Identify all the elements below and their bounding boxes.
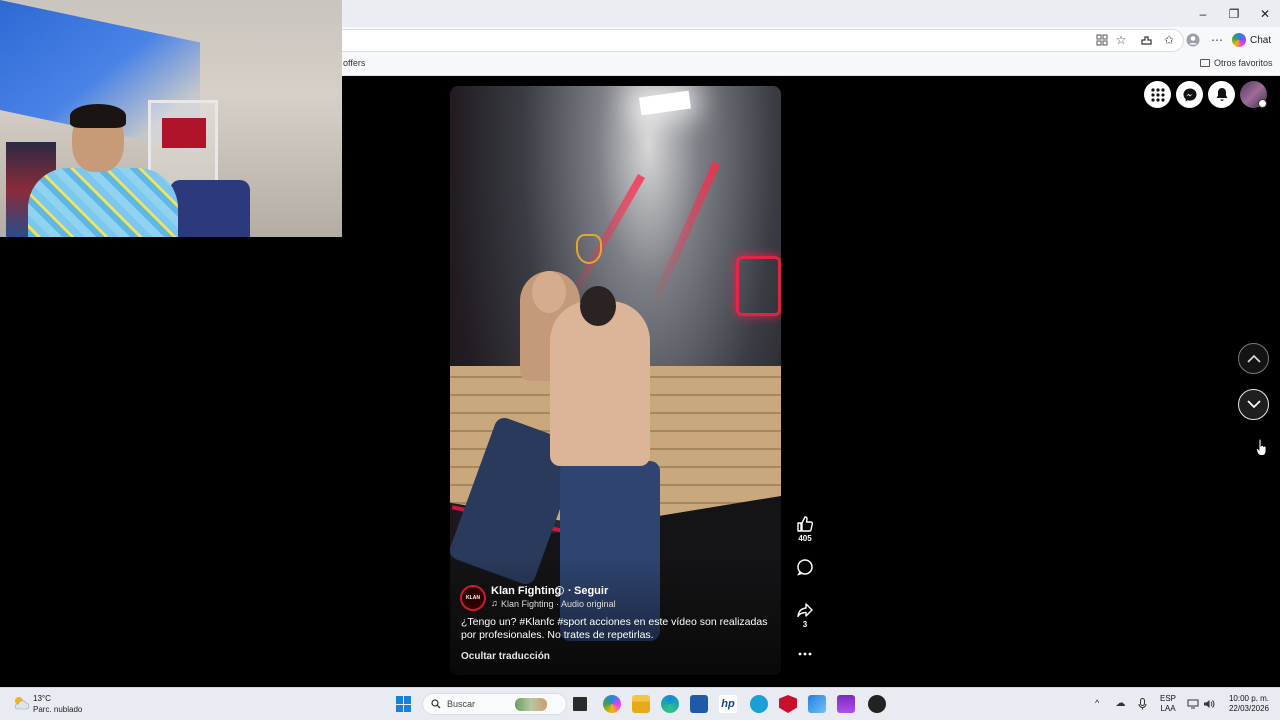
author-avatar[interactable]: KLAN bbox=[460, 585, 486, 611]
share-button[interactable]: 3 bbox=[792, 601, 818, 629]
video-neon-sign bbox=[736, 256, 781, 316]
menu-button[interactable] bbox=[1144, 81, 1171, 108]
onedrive-icon[interactable]: ☁ bbox=[1114, 697, 1127, 710]
hide-translation-button[interactable]: Ocultar traducción bbox=[461, 651, 550, 662]
webcam-chair bbox=[170, 180, 250, 237]
more-options-button[interactable] bbox=[792, 645, 818, 663]
show-hidden-icons-chevron-icon[interactable]: ^ bbox=[1095, 698, 1099, 708]
video-stage-light bbox=[638, 90, 692, 116]
webcam-person-shirt bbox=[28, 168, 178, 237]
follow-separator: · bbox=[568, 585, 572, 597]
grid-menu-icon bbox=[1150, 87, 1165, 102]
hand-cursor-icon bbox=[1256, 438, 1267, 456]
clock-date: 22/03/2026 bbox=[1228, 704, 1269, 713]
like-button[interactable]: 405 bbox=[792, 515, 818, 543]
music-note-icon: ♫ bbox=[491, 598, 498, 608]
webcam-person-hair bbox=[70, 104, 126, 128]
windows-logo-tile bbox=[404, 696, 411, 704]
windows-logo-tile bbox=[396, 704, 403, 712]
input-language-indicator[interactable]: ESP LAA bbox=[1160, 694, 1176, 714]
other-favorites-folder[interactable]: Otros favoritos bbox=[1200, 58, 1273, 68]
chevron-down-icon bbox=[1246, 400, 1261, 409]
messenger-button[interactable] bbox=[1176, 81, 1203, 108]
taskbar-search-box[interactable]: Buscar bbox=[422, 693, 567, 715]
chevron-up-icon bbox=[1246, 354, 1261, 363]
video-red-beam bbox=[647, 161, 721, 311]
clipchamp-icon[interactable] bbox=[837, 695, 855, 713]
clock-time: 10:00 p. m. bbox=[1228, 694, 1269, 703]
windows-logo-tile bbox=[396, 696, 403, 704]
chat-label: Chat bbox=[1250, 34, 1272, 46]
store-app-icon[interactable] bbox=[690, 695, 708, 713]
hp-app-icon[interactable]: hp bbox=[719, 695, 737, 713]
audio-source-link[interactable]: Klan Fighting · Audio original bbox=[501, 599, 616, 609]
app-available-icon[interactable] bbox=[1094, 32, 1110, 48]
search-highlight-image bbox=[515, 697, 548, 711]
more-options-icon[interactable]: ⋯ bbox=[1209, 32, 1225, 48]
file-explorer-icon[interactable] bbox=[632, 695, 650, 713]
like-count: 405 bbox=[798, 534, 812, 543]
windows-logo-tile bbox=[404, 704, 411, 712]
comment-button[interactable] bbox=[792, 558, 818, 576]
folder-icon bbox=[1200, 59, 1210, 67]
favorites-icon[interactable]: ✩ bbox=[1161, 32, 1177, 48]
language-code: ESP bbox=[1160, 694, 1177, 703]
copilot-chat-button[interactable]: Chat bbox=[1232, 31, 1271, 49]
partly-cloudy-icon[interactable] bbox=[12, 695, 30, 711]
network-icon[interactable] bbox=[1186, 697, 1199, 710]
other-favorites-label: Otros favoritos bbox=[1214, 58, 1273, 68]
mail-app-icon[interactable] bbox=[808, 695, 826, 713]
more-dots-icon bbox=[798, 652, 812, 656]
taskbar-clock[interactable]: 10:00 p. m. 22/03/2026 bbox=[1223, 694, 1269, 714]
author-name-link[interactable]: Klan Fighting bbox=[491, 585, 561, 597]
search-icon bbox=[431, 699, 441, 709]
video-fighter-head bbox=[580, 286, 616, 326]
support-app-icon[interactable] bbox=[750, 695, 768, 713]
minimize-button[interactable]: – bbox=[1186, 0, 1220, 27]
copilot-icon bbox=[1232, 33, 1246, 47]
weather-temperature[interactable]: 13°C bbox=[33, 694, 51, 703]
search-placeholder: Buscar bbox=[447, 699, 476, 709]
previous-reel-button[interactable] bbox=[1238, 343, 1269, 374]
task-view-icon[interactable] bbox=[573, 697, 587, 711]
webcam-overlay bbox=[0, 0, 342, 237]
bell-icon bbox=[1216, 88, 1227, 101]
thumbs-up-icon bbox=[797, 516, 814, 532]
profile-icon[interactable] bbox=[1185, 32, 1201, 48]
obs-studio-icon[interactable] bbox=[868, 695, 886, 713]
messenger-icon bbox=[1183, 88, 1196, 101]
verified-badge-icon bbox=[555, 586, 564, 595]
favorite-offers-link[interactable]: offers bbox=[343, 58, 365, 68]
windows-start-button[interactable] bbox=[396, 696, 412, 712]
notifications-button[interactable] bbox=[1208, 81, 1235, 108]
video-fighter-head bbox=[532, 271, 566, 313]
volume-icon[interactable] bbox=[1202, 697, 1215, 710]
next-reel-button[interactable] bbox=[1238, 389, 1269, 420]
reel-caption: ¿Tengo un? #Klanfc #sport acciones en es… bbox=[461, 616, 768, 641]
extensions-icon[interactable] bbox=[1138, 32, 1154, 48]
restore-button[interactable]: ❐ bbox=[1217, 0, 1251, 27]
comment-icon bbox=[797, 559, 813, 576]
favorite-star-icon[interactable]: ☆ bbox=[1113, 32, 1129, 48]
copilot-app-icon[interactable] bbox=[603, 695, 621, 713]
webcam-red-box bbox=[162, 118, 206, 148]
account-menu-chevron-icon[interactable] bbox=[1258, 99, 1267, 108]
close-button[interactable]: ✕ bbox=[1248, 0, 1280, 27]
keyboard-layout: LAA bbox=[1160, 704, 1176, 713]
weather-description[interactable]: Parc. nublado bbox=[33, 705, 82, 714]
microphone-icon[interactable] bbox=[1136, 697, 1149, 710]
follow-button[interactable]: Seguir bbox=[574, 585, 608, 597]
edge-browser-icon[interactable] bbox=[661, 695, 679, 713]
share-count: 3 bbox=[802, 620, 808, 629]
video-logo-emblem bbox=[576, 234, 602, 264]
share-icon bbox=[797, 603, 813, 618]
address-bar[interactable] bbox=[342, 29, 1184, 52]
